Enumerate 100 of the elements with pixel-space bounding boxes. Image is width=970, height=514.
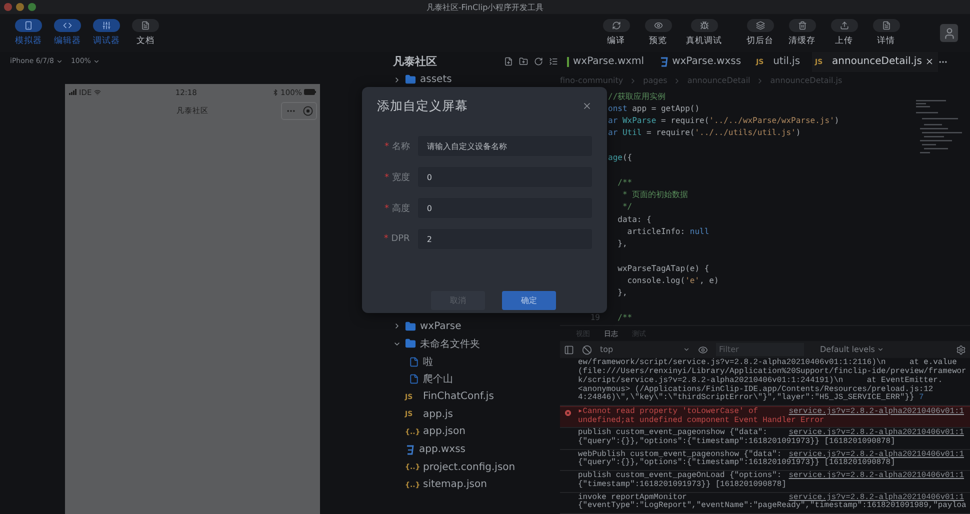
- code-line: articleInfo: null: [626, 226, 710, 236]
- layers-icon: [756, 21, 764, 30]
- document-icon: [141, 21, 150, 30]
- eye-icon: [654, 21, 662, 30]
- folder-icon: [405, 74, 416, 86]
- collapse-icon[interactable]: [549, 56, 558, 66]
- folder-item[interactable]: 未命名文件夹: [385, 335, 560, 353]
- toolbar-button[interactable]: 预览: [640, 19, 676, 47]
- bug-icon: [700, 21, 708, 30]
- new-folder-icon[interactable]: [519, 56, 528, 66]
- phone-icon: [24, 21, 33, 30]
- field-label: * 高度: [383, 202, 411, 214]
- sliders-icon: [102, 21, 111, 30]
- input-field[interactable]: 0: [418, 167, 592, 187]
- dialog-title: 添加自定义屏幕: [377, 98, 468, 114]
- code-line: onst app = getApp(): [608, 104, 700, 113]
- error-icon: [564, 408, 572, 417]
- minimize-window-button[interactable]: [16, 3, 24, 11]
- filter-field[interactable]: Filter: [716, 343, 804, 356]
- css-file-icon: [405, 444, 415, 455]
- avatar-icon[interactable]: [940, 24, 958, 42]
- input-field[interactable]: 2: [418, 229, 592, 249]
- file-item[interactable]: 爬个山: [385, 370, 560, 388]
- refresh-icon: [612, 21, 620, 30]
- context-select[interactable]: top: [600, 345, 690, 354]
- code-line: //获取应用实例: [608, 90, 666, 102]
- close-circle-icon[interactable]: [302, 106, 312, 116]
- tab-label: wxParse.wxml: [573, 56, 644, 68]
- field-label: * 名称: [383, 140, 411, 152]
- file-name: assets: [420, 74, 452, 86]
- toolbar-button[interactable]: 编译: [598, 19, 634, 47]
- editor-tab[interactable]: wxParse.wxml: [564, 52, 648, 72]
- code-line: */: [621, 202, 632, 212]
- css-file-icon: [659, 56, 670, 67]
- file-icon: [409, 356, 419, 367]
- clear-console-icon[interactable]: [582, 344, 592, 355]
- caret-icon: [876, 346, 884, 354]
- editor-tab[interactable]: wxParse.wxss: [656, 52, 746, 72]
- code-line: },: [616, 239, 628, 248]
- code-line: ar Util = require('../../utils/util.js'): [608, 128, 801, 138]
- levels-select[interactable]: Default levels: [820, 345, 948, 354]
- field-label: * DPR: [382, 234, 411, 244]
- trash-icon: [798, 21, 806, 30]
- toolbar-button[interactable]: 真机调试: [682, 19, 726, 47]
- caret-icon: [92, 58, 100, 64]
- new-file-icon[interactable]: [504, 56, 513, 66]
- code-line: wxParseTagATap(e) {: [616, 264, 710, 273]
- eye-icon[interactable]: [698, 344, 708, 355]
- toolbar-button[interactable]: 清缓存: [784, 19, 820, 47]
- file-name: FinChatConf.js: [423, 391, 494, 402]
- folder-item[interactable]: assets: [385, 71, 560, 89]
- markup-file-icon: [567, 56, 570, 67]
- folder-icon: [405, 338, 416, 350]
- field-label: * 宽度: [383, 172, 411, 184]
- code-icon: [63, 21, 72, 30]
- file-icon: [409, 374, 419, 384]
- tab-label: wxParse.wxss: [672, 56, 742, 68]
- file-name: 爬个山: [423, 372, 453, 386]
- code-line: /**: [616, 178, 632, 187]
- zoom-window-button[interactable]: [28, 3, 36, 11]
- code-line: ar WxParse = require('../../wxParse/wxParse.js'): [608, 116, 840, 126]
- file-name: wxParse: [420, 320, 462, 332]
- window-title: 凡泰社区-FinClip小程序开发工具: [426, 2, 544, 12]
- close-button[interactable]: [582, 101, 592, 111]
- code-line: * 页面的初始数据: [621, 188, 688, 200]
- sidebar-icon[interactable]: [564, 344, 574, 355]
- wifi-icon: [94, 88, 101, 96]
- input-field[interactable]: 请输入自定义设备名称: [418, 136, 592, 156]
- code-line: age({: [608, 153, 632, 162]
- tab-label: announceDetail.js: [832, 56, 922, 68]
- toolbar-button[interactable]: 详情: [868, 19, 904, 47]
- file-item[interactable]: 啦: [385, 352, 560, 370]
- caret-icon: [56, 58, 63, 64]
- confirm-button[interactable]: 确定: [502, 291, 556, 310]
- toolbar-button[interactable]: 上传: [826, 19, 862, 47]
- settings-icon[interactable]: [956, 344, 966, 355]
- code-line: console.log('e', e): [626, 276, 719, 286]
- folder-icon: [405, 320, 416, 332]
- close-tab-icon[interactable]: [924, 57, 934, 66]
- tab-label: util.js: [773, 56, 800, 68]
- document-icon: [882, 21, 890, 30]
- file-name: app.wxss: [419, 444, 466, 456]
- file-name: app.json: [423, 426, 466, 438]
- toolbar-button[interactable]: 切后台: [742, 19, 778, 47]
- capsule-menu[interactable]: [281, 102, 317, 120]
- refresh-icon[interactable]: [534, 56, 543, 66]
- file-item[interactable]: app.wxss: [385, 440, 560, 458]
- bluetooth-icon: [272, 88, 279, 96]
- upload-icon: [840, 21, 848, 30]
- folder-item[interactable]: wxParse: [385, 318, 560, 336]
- file-name: sitemap.json: [423, 479, 487, 490]
- battery-icon: [304, 89, 316, 95]
- code-line: /**: [616, 312, 632, 322]
- signal-icon: [69, 89, 77, 95]
- code-line: },: [616, 288, 628, 298]
- caret-icon: [683, 346, 690, 354]
- file-name: 未命名文件夹: [420, 338, 480, 351]
- project-title: 凡泰社区: [393, 54, 437, 68]
- view-toggle-button[interactable]: 文档: [129, 19, 162, 47]
- input-field[interactable]: 0: [418, 198, 592, 218]
